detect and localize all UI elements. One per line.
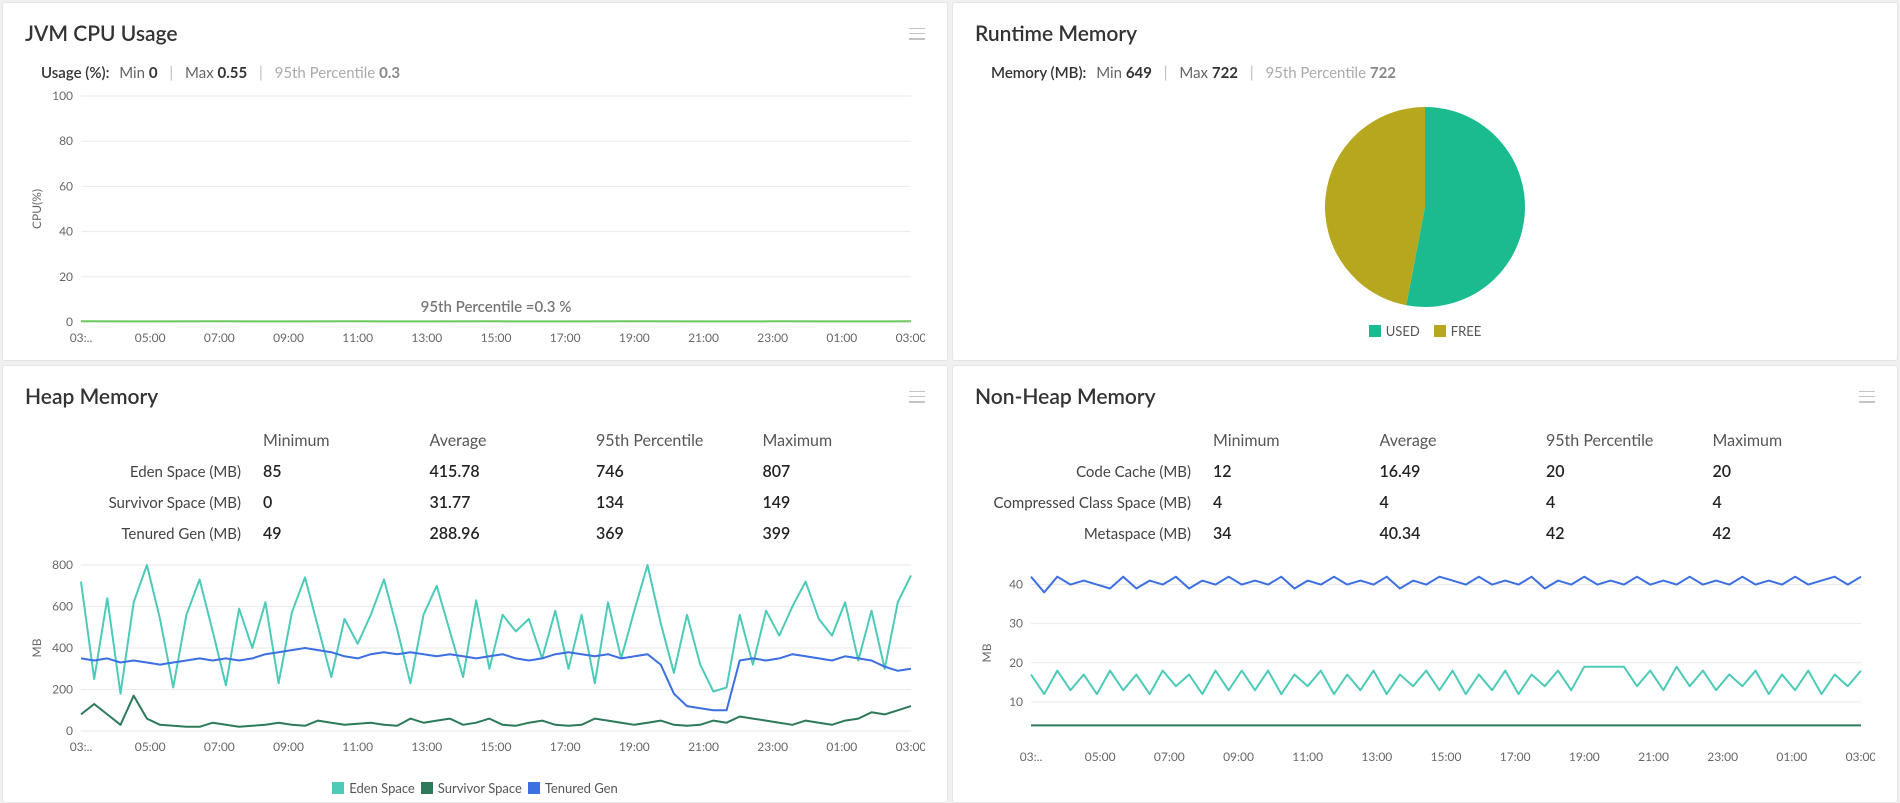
svg-text:23:00: 23:00 [757, 330, 788, 345]
table-row: Code Cache (MB)1216.492020 [975, 456, 1875, 487]
panel-title: Heap Memory [25, 384, 158, 409]
svg-text:03:..: 03:.. [1020, 749, 1043, 764]
stat-summary: Memory (MB): Min 649 | Max 722 | 95th Pe… [953, 56, 1897, 86]
svg-text:40: 40 [59, 224, 73, 239]
svg-text:13:00: 13:00 [411, 739, 442, 754]
table-row: Tenured Gen (MB)49288.96369399 [25, 518, 925, 549]
svg-text:09:00: 09:00 [1223, 749, 1254, 764]
panel-heap-memory: Heap Memory Minimum Average 95th Percent… [2, 365, 948, 803]
svg-text:09:00: 09:00 [273, 739, 304, 754]
svg-text:11:00: 11:00 [342, 739, 373, 754]
svg-text:11:00: 11:00 [342, 330, 373, 345]
svg-text:03:..: 03:.. [70, 330, 93, 345]
svg-text:200: 200 [52, 682, 73, 697]
svg-text:19:00: 19:00 [1569, 749, 1600, 764]
svg-text:30: 30 [1009, 616, 1023, 631]
swatch-free [1434, 325, 1446, 337]
panel-nonheap-memory: Non-Heap Memory Minimum Average 95th Per… [952, 365, 1898, 803]
svg-text:CPU(%): CPU(%) [29, 189, 44, 229]
svg-text:01:00: 01:00 [826, 330, 857, 345]
svg-text:20: 20 [59, 269, 73, 284]
svg-text:07:00: 07:00 [204, 739, 235, 754]
svg-text:23:00: 23:00 [1707, 749, 1738, 764]
svg-text:95th Percentile =0.3 %: 95th Percentile =0.3 % [421, 298, 572, 316]
svg-text:05:00: 05:00 [135, 739, 166, 754]
panel-title: Non-Heap Memory [975, 384, 1156, 409]
svg-text:17:00: 17:00 [1500, 749, 1531, 764]
svg-text:03:00: 03:00 [896, 739, 925, 754]
svg-text:15:00: 15:00 [481, 330, 512, 345]
svg-text:01:00: 01:00 [826, 739, 857, 754]
svg-text:05:00: 05:00 [135, 330, 166, 345]
svg-text:07:00: 07:00 [1154, 749, 1185, 764]
svg-text:03:..: 03:.. [70, 739, 93, 754]
svg-text:07:00: 07:00 [204, 330, 235, 345]
panel-title: JVM CPU Usage [25, 21, 178, 46]
svg-text:MB: MB [979, 643, 994, 662]
svg-text:0: 0 [66, 314, 73, 329]
pie-slice-free[interactable] [1325, 107, 1425, 305]
panel-title: Runtime Memory [975, 21, 1137, 46]
svg-text:01:00: 01:00 [1776, 749, 1807, 764]
legend-free: FREE [1434, 323, 1482, 339]
svg-text:15:00: 15:00 [481, 739, 512, 754]
svg-text:80: 80 [59, 133, 73, 148]
table-row: Eden Space (MB)85415.78746807 [25, 456, 925, 487]
chart-nonheap: 10 20 30 40 03:.. 05:00 07:00 09:00 11:00 13:00 15… [953, 559, 1897, 802]
svg-text:10: 10 [1009, 694, 1023, 709]
svg-text:05:00: 05:00 [1085, 749, 1116, 764]
svg-text:17:00: 17:00 [550, 330, 581, 345]
svg-text:600: 600 [52, 599, 73, 614]
svg-text:03:00: 03:00 [896, 330, 925, 345]
menu-icon[interactable] [909, 28, 925, 40]
chart-heap: 0 200 400 600 800 03:.. 05:00 07:00 09:00 11:00 13… [3, 559, 947, 780]
svg-text:800: 800 [52, 559, 73, 572]
nonheap-stats-table: Minimum Average 95th Percentile Maximum … [953, 419, 1897, 559]
panel-jvm-cpu: JVM CPU Usage Usage (%): Min 0 | Max 0.5… [2, 2, 948, 361]
svg-text:21:00: 21:00 [1638, 749, 1669, 764]
svg-text:60: 60 [59, 178, 73, 193]
table-row: Metaspace (MB)3440.344242 [975, 518, 1875, 549]
svg-text:40: 40 [1009, 577, 1023, 592]
legend-used: USED [1369, 323, 1420, 339]
chart-jvm-cpu: 0 20 40 60 80 100 03:.. 05:00 07:00 09:00 11:00 13:… [3, 86, 947, 360]
svg-text:0: 0 [66, 723, 73, 738]
svg-text:23:00: 23:00 [757, 739, 788, 754]
svg-text:20: 20 [1009, 655, 1023, 670]
table-row: Compressed Class Space (MB)4444 [975, 487, 1875, 518]
svg-text:09:00: 09:00 [273, 330, 304, 345]
chart-runtime-pie: USED FREE [953, 86, 1897, 360]
svg-text:400: 400 [52, 640, 73, 655]
svg-text:03:00: 03:00 [1846, 749, 1875, 764]
svg-text:100: 100 [52, 90, 73, 103]
svg-text:21:00: 21:00 [688, 330, 719, 345]
swatch-used [1369, 325, 1381, 337]
svg-text:13:00: 13:00 [1361, 749, 1392, 764]
svg-text:15:00: 15:00 [1431, 749, 1462, 764]
menu-icon[interactable] [909, 391, 925, 403]
menu-icon[interactable] [1859, 391, 1875, 403]
svg-text:17:00: 17:00 [550, 739, 581, 754]
heap-stats-table: Minimum Average 95th Percentile Maximum … [3, 419, 947, 559]
svg-text:11:00: 11:00 [1292, 749, 1323, 764]
heap-legend: Eden Space Survivor Space Tenured Gen [3, 780, 947, 802]
stat-summary: Usage (%): Min 0 | Max 0.55 | 95th Perce… [3, 56, 947, 86]
table-row: Survivor Space (MB)031.77134149 [25, 487, 925, 518]
svg-text:MB: MB [29, 638, 44, 657]
panel-runtime-memory: Runtime Memory Memory (MB): Min 649 | Ma… [952, 2, 1898, 361]
svg-text:13:00: 13:00 [411, 330, 442, 345]
svg-text:19:00: 19:00 [619, 739, 650, 754]
svg-text:19:00: 19:00 [619, 330, 650, 345]
svg-text:21:00: 21:00 [688, 739, 719, 754]
